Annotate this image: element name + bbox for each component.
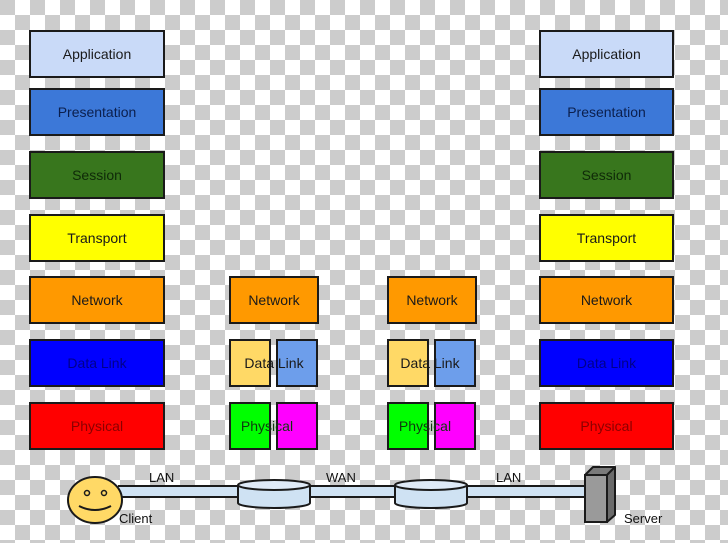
router-1-icon bbox=[237, 479, 311, 509]
layer-label: Network bbox=[406, 292, 458, 308]
server-layer-network: Network bbox=[539, 276, 674, 324]
layer-label: Network bbox=[580, 292, 633, 308]
client-layer-application: Application bbox=[29, 30, 165, 78]
wan-label: WAN bbox=[326, 470, 356, 485]
layer-label: Application bbox=[62, 46, 132, 62]
client-layer-physical: Physical bbox=[29, 402, 165, 450]
layer-label: Session bbox=[581, 167, 632, 183]
client-layer-data-link: Data Link bbox=[29, 339, 165, 387]
layer-label: Transport bbox=[576, 230, 637, 246]
layer-label: Session bbox=[72, 167, 122, 183]
router-1-physical-label: Physical bbox=[240, 418, 294, 434]
lan-label-right: LAN bbox=[496, 470, 522, 485]
layer-label: Data Link bbox=[67, 355, 127, 371]
server-label: Server bbox=[624, 511, 663, 526]
server-tower-icon bbox=[584, 466, 616, 523]
client-layer-session: Session bbox=[29, 151, 165, 199]
layer-label: Network bbox=[71, 292, 123, 308]
lan-label-left: LAN bbox=[149, 470, 175, 485]
layer-label: Network bbox=[248, 292, 300, 308]
server-layer-presentation: Presentation bbox=[539, 88, 674, 136]
client-layer-transport: Transport bbox=[29, 214, 165, 262]
client-layer-network: Network bbox=[29, 276, 165, 324]
layer-label: Transport bbox=[67, 230, 127, 246]
lan-cable-server bbox=[462, 485, 586, 498]
layer-label: Presentation bbox=[57, 104, 137, 120]
layer-label: Presentation bbox=[567, 104, 646, 120]
lan-cable-client bbox=[118, 485, 243, 498]
layer-label: Data Link bbox=[576, 355, 637, 371]
wan-cable bbox=[305, 485, 400, 498]
router-2-icon bbox=[394, 479, 468, 509]
server-layer-physical: Physical bbox=[539, 402, 674, 450]
layer-label: Physical bbox=[580, 418, 633, 434]
router-2-physical-label: Physical bbox=[398, 418, 452, 434]
router-2-network-layer: Network bbox=[387, 276, 477, 324]
client-label: Client bbox=[119, 511, 153, 526]
server-layer-application: Application bbox=[539, 30, 674, 78]
router-2-data-link-label: Data Link bbox=[400, 355, 460, 371]
server-layer-session: Session bbox=[539, 151, 674, 199]
server-layer-data-link: Data Link bbox=[539, 339, 674, 387]
layer-label: Physical bbox=[70, 418, 124, 434]
layer-label: Application bbox=[572, 46, 641, 62]
client-layer-presentation: Presentation bbox=[29, 88, 165, 136]
router-1-network-layer: Network bbox=[229, 276, 319, 324]
server-layer-transport: Transport bbox=[539, 214, 674, 262]
router-1-data-link-label: Data Link bbox=[244, 355, 304, 371]
smiley-face-icon bbox=[67, 476, 123, 524]
